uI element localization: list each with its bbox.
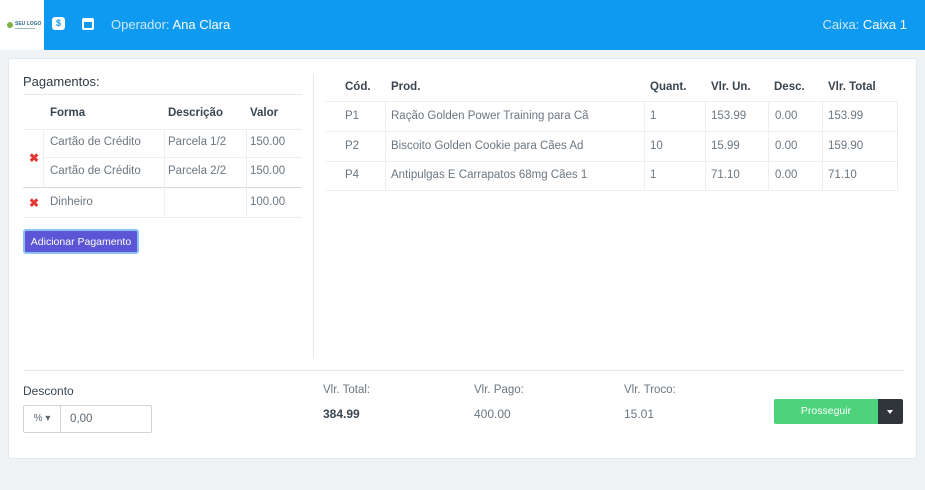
delete-payment-icon[interactable]: ✖ — [29, 196, 39, 210]
product-vlr-total: 153.99 — [828, 110, 864, 122]
discount-type-value: % — [33, 413, 43, 424]
payment-group-line — [23, 187, 302, 188]
products-col-vlr-un: Vlr. Un. — [711, 81, 751, 93]
proceed-button[interactable]: Prosseguir — [774, 399, 878, 424]
payments-header-line — [23, 129, 302, 130]
paid-label: Vlr. Pago: — [474, 384, 524, 396]
checkout-card: Pagamentos: Forma Descrição Valor ✖ Cart… — [8, 58, 917, 459]
products-cell-divider — [385, 101, 386, 191]
product-quant: 10 — [650, 140, 663, 152]
proceed-dropdown-toggle[interactable] — [878, 399, 903, 424]
logo-underline — [15, 28, 35, 29]
products-header-line — [325, 101, 898, 102]
product-vlr-total: 159.90 — [828, 140, 864, 152]
discount-label: Desconto — [23, 384, 74, 398]
payment-valor: 150.00 — [250, 165, 286, 177]
payment-forma: Dinheiro — [50, 196, 93, 208]
top-navbar: SEU LOGO $ Operador: Ana Clara Caixa: Ca… — [0, 0, 925, 50]
payments-divider — [23, 94, 302, 95]
payment-row-line — [23, 217, 302, 218]
logo-leaf-icon — [7, 22, 13, 28]
product-cod: P2 — [345, 140, 360, 152]
product-row-line — [325, 131, 898, 132]
payment-valor: 100.00 — [250, 196, 286, 208]
payments-title: Pagamentos: — [23, 74, 100, 89]
payments-col-valor: Valor — [250, 107, 279, 119]
operator-label: Operador: — [111, 17, 170, 32]
products-cell-divider — [768, 101, 769, 191]
payment-forma: Cartão de Crédito — [50, 136, 141, 148]
operator-name: Ana Clara — [172, 17, 231, 32]
delete-payment-icon[interactable]: ✖ — [29, 151, 39, 165]
register-info: Caixa: Caixa 1 — [822, 17, 907, 32]
register-name: Caixa 1 — [862, 17, 907, 32]
products-col-prod: Prod. — [391, 81, 421, 93]
payments-cell-divider — [43, 129, 44, 187]
payment-valor: 150.00 — [250, 136, 286, 148]
logo-text: SEU LOGO — [15, 21, 42, 27]
payment-forma: Cartão de Crédito — [50, 165, 141, 177]
product-row-line — [325, 190, 898, 191]
payments-cell-divider — [246, 129, 247, 187]
footer-divider — [23, 370, 904, 371]
products-col-quant: Quant. — [650, 81, 687, 93]
payment-descricao: Parcela 2/2 — [168, 165, 227, 177]
product-vlr-un: 71.10 — [711, 169, 740, 181]
payments-cell-divider — [164, 129, 165, 187]
money-icon[interactable]: $ — [52, 17, 65, 30]
product-desc: 0.00 — [775, 140, 798, 152]
products-cell-divider — [705, 101, 706, 191]
payment-descricao: Parcela 1/2 — [168, 136, 227, 148]
product-name: Ração Golden Power Training para Cã — [391, 110, 589, 122]
change-label: Vlr. Troco: — [624, 384, 676, 396]
product-row-line — [325, 161, 898, 162]
products-col-cod: Cód. — [345, 81, 371, 93]
payments-col-forma: Forma — [50, 107, 86, 119]
discount-value-input[interactable] — [62, 406, 151, 432]
products-cell-divider — [644, 101, 645, 191]
product-cod: P1 — [345, 110, 360, 122]
payments-cell-divider — [246, 187, 247, 217]
register-label: Caixa: — [822, 17, 860, 32]
product-name: Biscoito Golden Cookie para Cães Ad — [391, 140, 584, 152]
products-cell-divider — [822, 101, 823, 191]
total-label: Vlr. Total: — [323, 384, 371, 396]
product-name: Antipulgas E Carrapatos 68mg Cães 1 — [391, 169, 588, 181]
product-quant: 1 — [650, 169, 657, 181]
payments-col-descricao: Descrição — [168, 107, 223, 119]
panel-divider — [313, 74, 314, 358]
payment-row-line — [43, 157, 302, 158]
product-quant: 1 — [650, 110, 657, 122]
product-vlr-un: 15.99 — [711, 140, 740, 152]
payments-cell-divider — [164, 187, 165, 217]
product-cod: P4 — [345, 169, 360, 181]
paid-value: 400.00 — [474, 407, 511, 421]
product-desc: 0.00 — [775, 110, 798, 122]
add-payment-button[interactable]: Adicionar Pagamento — [23, 229, 139, 254]
products-col-vlr-total: Vlr. Total — [828, 81, 876, 93]
change-value: 15.01 — [624, 407, 655, 421]
product-vlr-un: 153.99 — [711, 110, 747, 122]
product-vlr-total: 71.10 — [828, 169, 857, 181]
products-col-desc: Desc. — [774, 81, 805, 93]
product-desc: 0.00 — [775, 169, 798, 181]
products-cell-divider — [897, 101, 898, 191]
brand-logo[interactable]: SEU LOGO — [0, 0, 44, 50]
discount-type-select[interactable]: % ▾ — [24, 406, 61, 432]
calendar-icon[interactable] — [82, 18, 94, 30]
chevron-down-icon: ▾ — [45, 413, 51, 424]
discount-input-group: % ▾ — [23, 405, 152, 433]
operator-info: Operador: Ana Clara — [111, 17, 230, 32]
total-value: 384.99 — [323, 407, 360, 421]
